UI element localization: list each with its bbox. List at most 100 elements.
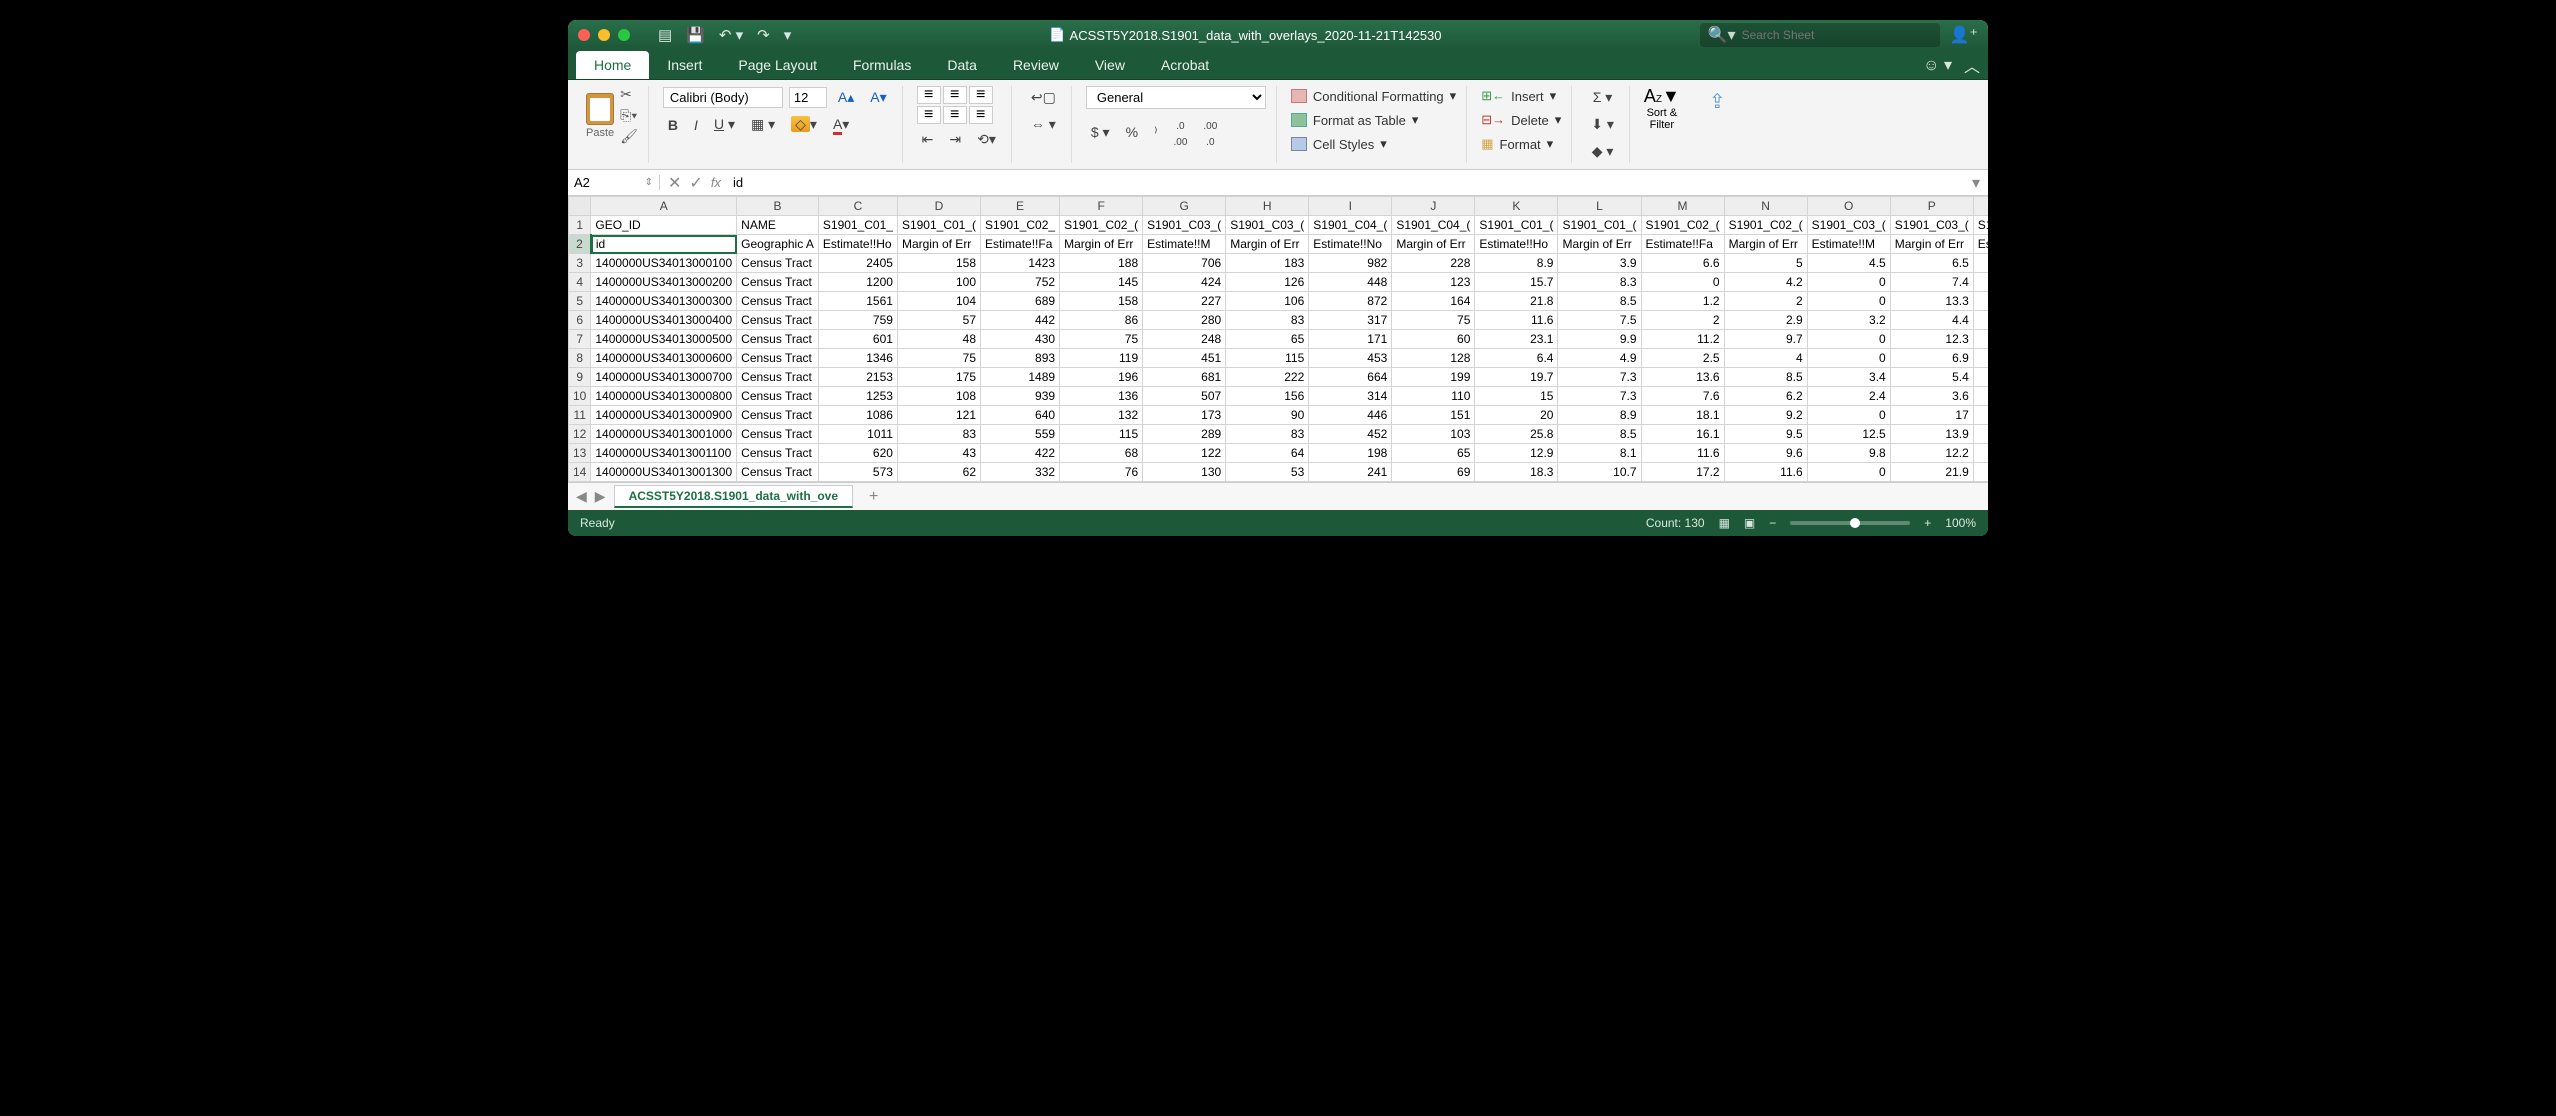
qat-dropdown-icon[interactable]: ▾ [784,26,792,44]
smiley-icon[interactable]: ☺ ▾ [1923,55,1952,75]
decrease-decimal-icon[interactable]: .00.0 [1198,113,1222,151]
merge-icon[interactable]: ⇔ ▾ [1026,113,1061,136]
cell[interactable]: Margin of Err [1558,235,1641,254]
align-mid-center[interactable]: ≡ [943,106,967,124]
cell[interactable]: Census Tract [737,463,819,482]
cell[interactable]: 939 [981,387,1060,406]
cell[interactable]: 0 [1807,292,1890,311]
cell[interactable]: Estimate!!Ho [818,235,897,254]
cell[interactable]: 0 [1807,349,1890,368]
cell[interactable]: NAME [737,216,819,235]
cell[interactable]: 68 [1060,444,1143,463]
cell[interactable]: 9.2 [1724,406,1807,425]
cell[interactable]: 9.7 [1724,330,1807,349]
name-box[interactable]: A2⇕ [568,175,660,190]
view-normal-icon[interactable]: ▦ [1719,516,1730,530]
cell[interactable]: S1901_C02_ [981,216,1060,235]
number-format-select[interactable]: General [1086,86,1266,109]
col-header[interactable]: H [1226,197,1309,216]
cell[interactable]: 228 [1392,254,1475,273]
cell[interactable]: 7.4 [1890,273,1973,292]
cell[interactable]: GEO_ID [591,216,737,235]
cell[interactable]: 100 [897,273,980,292]
tab-acrobat[interactable]: Acrobat [1143,51,1227,79]
cell[interactable]: Margin of Err [897,235,980,254]
cell[interactable]: 198 [1309,444,1392,463]
cell[interactable]: 1489 [981,368,1060,387]
cell[interactable]: 199 [1392,368,1475,387]
col-header[interactable]: N [1724,197,1807,216]
fill-color-button[interactable]: ◇▾ [786,113,822,136]
tab-data[interactable]: Data [929,51,995,79]
zoom-slider[interactable] [1790,521,1910,525]
cell[interactable]: 25.8 [1475,425,1558,444]
cell[interactable]: 132 [1060,406,1143,425]
cell[interactable]: 1253 [818,387,897,406]
minimize-button[interactable] [598,29,610,41]
cell[interactable]: 1400000US34013001100 [591,444,737,463]
cell[interactable] [1973,254,1988,273]
col-header[interactable]: L [1558,197,1641,216]
cell[interactable]: 19.7 [1475,368,1558,387]
cell[interactable]: Geographic A [737,235,819,254]
cell[interactable]: 573 [818,463,897,482]
cell[interactable]: 681 [1143,368,1226,387]
cell[interactable]: 17 [1890,406,1973,425]
cell[interactable]: 664 [1309,368,1392,387]
cell[interactable]: 104 [897,292,980,311]
cell[interactable]: 43 [897,444,980,463]
cell[interactable]: 1400000US34013000900 [591,406,737,425]
cell[interactable]: 18.1 [1641,406,1724,425]
row-header[interactable]: 11 [569,406,591,425]
font-name-select[interactable] [663,87,783,108]
cell[interactable]: Margin of Err [1890,235,1973,254]
cell[interactable]: 1400000US34013000500 [591,330,737,349]
cell[interactable] [1973,444,1988,463]
cell[interactable]: 158 [1060,292,1143,311]
cell[interactable]: 156 [1226,387,1309,406]
cell[interactable]: 90 [1226,406,1309,425]
cell[interactable]: 6.6 [1641,254,1724,273]
cell[interactable]: 126 [1226,273,1309,292]
cell[interactable]: 2405 [818,254,897,273]
cell[interactable]: 1400000US34013000600 [591,349,737,368]
cell[interactable]: Census Tract [737,254,819,273]
cell[interactable]: 759 [818,311,897,330]
cell[interactable]: 11.6 [1475,311,1558,330]
copy-icon[interactable]: ⎘▾ [620,107,638,124]
increase-font-icon[interactable]: A▴ [833,86,859,109]
zoom-level[interactable]: 100% [1945,516,1976,530]
cell[interactable]: 75 [1392,311,1475,330]
formula-expand-icon[interactable]: ▾ [1964,173,1988,193]
row-header[interactable]: 8 [569,349,591,368]
cell[interactable] [1973,273,1988,292]
col-header[interactable]: M [1641,197,1724,216]
cell[interactable]: 103 [1392,425,1475,444]
cell[interactable]: 136 [1060,387,1143,406]
cell[interactable] [1973,368,1988,387]
cell[interactable]: 4.4 [1890,311,1973,330]
decrease-indent-icon[interactable]: ⇤ [917,128,939,151]
cell[interactable]: Margin of Err [1724,235,1807,254]
cancel-icon[interactable]: ✕ [668,173,681,193]
col-header[interactable]: P [1890,197,1973,216]
cell[interactable]: Estimate!!Fa [1641,235,1724,254]
cell[interactable]: 280 [1143,311,1226,330]
cell[interactable]: 12.5 [1807,425,1890,444]
cell[interactable]: 108 [897,387,980,406]
cell[interactable]: 706 [1143,254,1226,273]
currency-button[interactable]: $ ▾ [1086,121,1115,144]
row-header[interactable]: 10 [569,387,591,406]
decrease-font-icon[interactable]: A▾ [865,86,891,109]
underline-button[interactable]: U ▾ [709,113,740,136]
cell[interactable]: 48 [897,330,980,349]
cell[interactable]: 7.3 [1558,387,1641,406]
cell[interactable]: 4 [1724,349,1807,368]
cell[interactable]: 872 [1309,292,1392,311]
enter-icon[interactable]: ✓ [689,173,702,193]
cell[interactable]: 122 [1143,444,1226,463]
sheet-next-icon[interactable]: ▶ [595,488,606,505]
cell[interactable]: 123 [1392,273,1475,292]
row-header[interactable]: 7 [569,330,591,349]
cell[interactable]: 1400000US34013000300 [591,292,737,311]
